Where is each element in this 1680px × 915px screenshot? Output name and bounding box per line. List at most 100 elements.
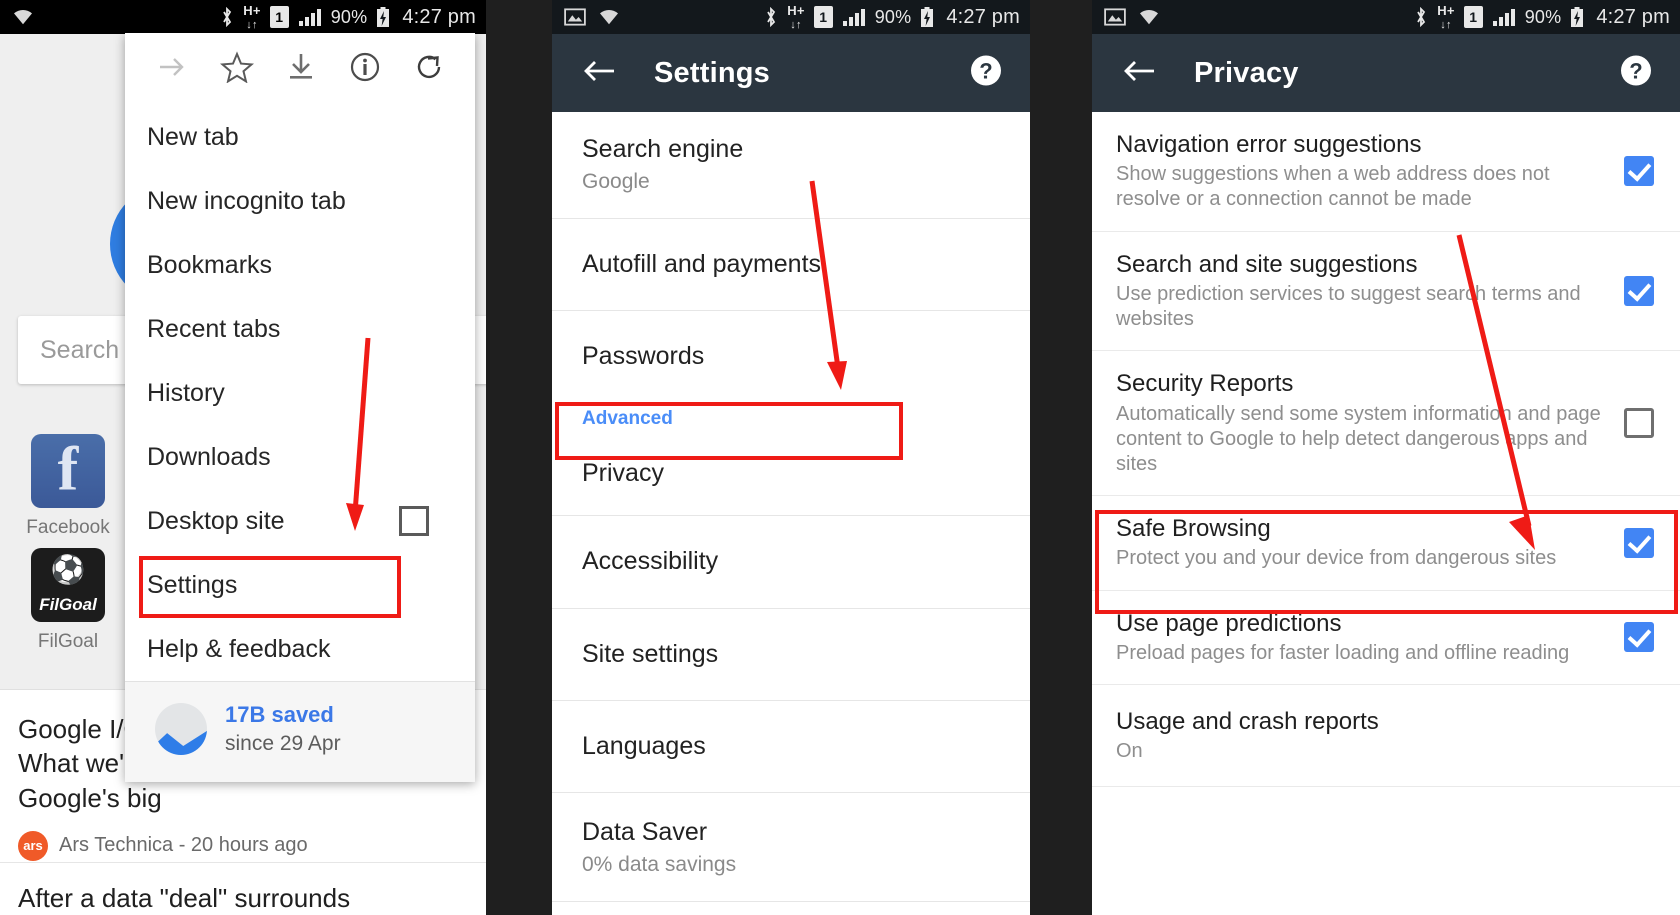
row-title: Security Reports bbox=[1116, 370, 1294, 398]
security-reports-checkbox[interactable] bbox=[1624, 408, 1654, 439]
row-title: Use page predictions bbox=[1116, 609, 1342, 637]
forward-icon[interactable] bbox=[155, 52, 189, 87]
row-title: Usage and crash reports bbox=[1116, 708, 1379, 736]
panel-chrome-menu: H+ ↓↑ 1 90% 4:27 pm Search or f Facebook… bbox=[0, 0, 486, 915]
clock-label: 4:27 pm bbox=[402, 5, 476, 28]
row-title: Accessibility bbox=[582, 547, 719, 576]
shortcut-tile-filgoal[interactable]: ⚽ FilGoal FilGoal bbox=[18, 548, 118, 653]
battery-percent-label: 90% bbox=[874, 6, 912, 27]
download-icon[interactable] bbox=[286, 51, 316, 88]
news-article-card-2[interactable]: After a data "deal" surrounds bbox=[0, 862, 486, 915]
menu-item-new-incognito-tab[interactable]: New incognito tab bbox=[125, 169, 475, 233]
star-icon[interactable] bbox=[220, 50, 255, 88]
row-title: Data Saver bbox=[582, 818, 708, 846]
wifi-icon bbox=[1138, 8, 1160, 26]
status-bar-left-icons bbox=[564, 8, 620, 26]
ars-technica-icon: ars bbox=[18, 830, 48, 861]
settings-row-search-engine[interactable]: Search engine Google bbox=[552, 112, 1030, 219]
navigation-error-suggestions-checkbox[interactable] bbox=[1624, 156, 1654, 187]
desktop-site-checkbox[interactable] bbox=[399, 506, 429, 536]
screenshot-stage: H+ ↓↑ 1 90% 4:27 pm Search or f Facebook… bbox=[0, 0, 1680, 915]
menu-item-label: Downloads bbox=[147, 442, 271, 471]
menu-item-bookmarks[interactable]: Bookmarks bbox=[125, 233, 475, 297]
filgoal-icon: ⚽ FilGoal bbox=[31, 548, 105, 622]
filgoal-wordmark: FilGoal bbox=[39, 595, 97, 614]
settings-row-autofill-and-payments[interactable]: Autofill and payments bbox=[552, 218, 1030, 311]
filgoal-glyph: ⚽ bbox=[50, 554, 86, 585]
settings-row-privacy[interactable]: Privacy bbox=[552, 436, 1030, 517]
settings-row-about-chrome[interactable]: About Chrome bbox=[552, 901, 1030, 915]
clock-label: 4:27 pm bbox=[946, 5, 1020, 28]
data-saver-footer[interactable]: 17B saved since 29 Apr bbox=[125, 681, 475, 782]
menu-item-downloads[interactable]: Downloads bbox=[125, 425, 475, 489]
row-title: Privacy bbox=[582, 459, 664, 487]
menu-item-label: Help & feedback bbox=[147, 634, 331, 663]
status-bar-2: H+ ↓↑ 1 90% 4:27 pm bbox=[552, 0, 1030, 34]
help-icon[interactable]: ? bbox=[968, 53, 1004, 94]
row-title: Passwords bbox=[582, 341, 705, 370]
row-title: Languages bbox=[582, 731, 706, 760]
signal-icon bbox=[1492, 7, 1516, 27]
svg-text:?: ? bbox=[979, 59, 992, 84]
svg-text:?: ? bbox=[1629, 59, 1642, 84]
menu-item-desktop-site[interactable]: Desktop site bbox=[125, 489, 475, 553]
settings-row-data-saver[interactable]: Data Saver 0% data savings bbox=[552, 793, 1030, 902]
battery-percent-label: 90% bbox=[1524, 6, 1562, 27]
wifi-icon bbox=[598, 8, 620, 26]
hsdpa-icon: H+ ↓↑ bbox=[243, 2, 261, 31]
privacy-row-safe-browsing[interactable]: Safe Browsing Protect you and your devic… bbox=[1092, 496, 1680, 591]
clock-label: 4:27 pm bbox=[1596, 5, 1670, 28]
back-arrow-icon[interactable] bbox=[1122, 58, 1156, 89]
settings-row-site-settings[interactable]: Site settings bbox=[552, 608, 1030, 701]
shortcut-tile-facebook[interactable]: Facebook bbox=[18, 434, 118, 539]
status-bar-left-icons bbox=[1104, 8, 1160, 26]
reload-icon[interactable] bbox=[413, 51, 445, 88]
privacy-row-use-page-predictions[interactable]: Use page predictions Preload pages for f… bbox=[1092, 590, 1680, 686]
search-and-site-suggestions-checkbox[interactable] bbox=[1624, 275, 1654, 306]
status-bar-3: H+ ↓↑ 1 90% 4:27 pm bbox=[1092, 0, 1680, 34]
bluetooth-icon bbox=[764, 7, 778, 27]
settings-list: Search engine Google Autofill and paymen… bbox=[552, 112, 1030, 915]
page-title: Settings bbox=[654, 56, 770, 89]
hsdpa-icon: H+ ↓↑ bbox=[787, 2, 805, 31]
row-subtitle: Protect you and your device from dangero… bbox=[1116, 547, 1557, 570]
back-arrow-icon[interactable] bbox=[582, 58, 616, 89]
row-title: Site settings bbox=[582, 639, 719, 668]
page-info-icon[interactable] bbox=[348, 50, 382, 89]
privacy-row-search-and-site-suggestions[interactable]: Search and site suggestions Use predicti… bbox=[1092, 231, 1680, 352]
settings-row-languages[interactable]: Languages bbox=[552, 700, 1030, 793]
menu-item-label: Bookmarks bbox=[147, 250, 273, 279]
status-bar-right-icons: H+ ↓↑ 1 90% 4:27 pm bbox=[1414, 4, 1670, 31]
screenshot-icon bbox=[564, 8, 586, 26]
menu-item-new-tab[interactable]: New tab bbox=[125, 105, 475, 169]
menu-item-help-and-feedback[interactable]: Help & feedback bbox=[125, 617, 475, 681]
menu-item-recent-tabs[interactable]: Recent tabs bbox=[125, 297, 475, 361]
status-bar-right-icons: H+ ↓↑ 1 90% 4:27 pm bbox=[764, 4, 1020, 31]
battery-charging-icon bbox=[376, 6, 390, 28]
row-subtitle: On bbox=[1116, 740, 1143, 763]
menu-item-history[interactable]: History bbox=[125, 361, 475, 425]
privacy-list: Navigation error suggestions Show sugges… bbox=[1092, 112, 1680, 788]
privacy-row-usage-and-crash-reports[interactable]: Usage and crash reports On bbox=[1092, 685, 1680, 788]
row-title: Search and site suggestions bbox=[1116, 250, 1418, 278]
menu-item-label: Recent tabs bbox=[147, 314, 281, 343]
row-subtitle: 0% data savings bbox=[582, 853, 737, 877]
battery-charging-icon bbox=[1570, 6, 1584, 28]
settings-row-passwords[interactable]: Passwords bbox=[552, 310, 1030, 392]
help-icon[interactable]: ? bbox=[1618, 53, 1654, 94]
settings-row-accessibility[interactable]: Accessibility bbox=[552, 516, 1030, 609]
safe-browsing-checkbox[interactable] bbox=[1624, 527, 1654, 558]
settings-app-bar: Settings ? bbox=[552, 34, 1030, 112]
bluetooth-icon bbox=[1414, 7, 1428, 27]
hsdpa-icon: H+ ↓↑ bbox=[1437, 2, 1455, 31]
row-subtitle: Automatically send some system informati… bbox=[1116, 402, 1601, 475]
signal-icon bbox=[298, 7, 322, 27]
menu-item-label: Desktop site bbox=[147, 506, 285, 535]
privacy-row-security-reports[interactable]: Security Reports Automatically send some… bbox=[1092, 351, 1680, 497]
use-page-predictions-checkbox[interactable] bbox=[1624, 622, 1654, 653]
privacy-row-navigation-error-suggestions[interactable]: Navigation error suggestions Show sugges… bbox=[1092, 112, 1680, 232]
row-title: Navigation error suggestions bbox=[1116, 131, 1422, 158]
privacy-app-bar: Privacy ? bbox=[1092, 34, 1680, 112]
signal-icon bbox=[842, 7, 866, 27]
menu-item-settings[interactable]: Settings bbox=[125, 553, 475, 617]
